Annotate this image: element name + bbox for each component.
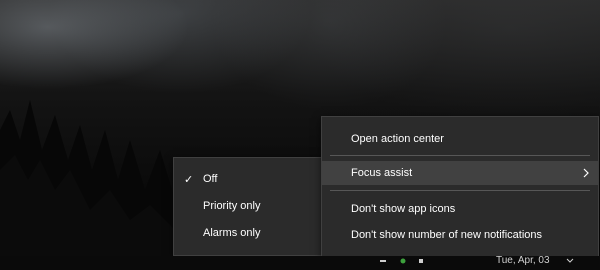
tray-icon[interactable] [380, 258, 386, 264]
focus-priority-only-item[interactable]: Priority only [174, 194, 323, 218]
notification-context-menu: Open action center Focus assist Don't sh… [321, 116, 599, 258]
dont-show-app-icons-label: Don't show app icons [351, 203, 456, 215]
dont-show-count-label: Don't show number of new notifications [351, 229, 543, 241]
taskbar-date[interactable]: Tue, Apr, 03 [496, 255, 550, 266]
focus-off-item[interactable]: ✓ Off [174, 167, 323, 191]
menu-separator [330, 155, 590, 156]
open-action-center-label: Open action center [351, 133, 444, 145]
chevron-down-icon[interactable] [566, 258, 574, 264]
focus-off-label: Off [203, 173, 218, 185]
checkmark-icon: ✓ [184, 173, 194, 186]
focus-alarms-label: Alarms only [203, 227, 261, 239]
focus-assist-submenu: ✓ Off Priority only Alarms only [173, 157, 324, 256]
chevron-right-icon [583, 168, 589, 178]
focus-priority-label: Priority only [203, 200, 261, 212]
dont-show-count-item[interactable]: Don't show number of new notifications [322, 223, 598, 247]
open-action-center-item[interactable]: Open action center [322, 127, 598, 151]
tray-icon[interactable] [400, 258, 406, 264]
dont-show-app-icons-item[interactable]: Don't show app icons [322, 197, 598, 221]
focus-assist-label: Focus assist [351, 167, 413, 179]
focus-alarms-only-item[interactable]: Alarms only [174, 221, 323, 245]
focus-assist-item[interactable]: Focus assist [322, 161, 598, 185]
tray-icon[interactable] [418, 258, 424, 264]
menu-separator [330, 190, 590, 191]
